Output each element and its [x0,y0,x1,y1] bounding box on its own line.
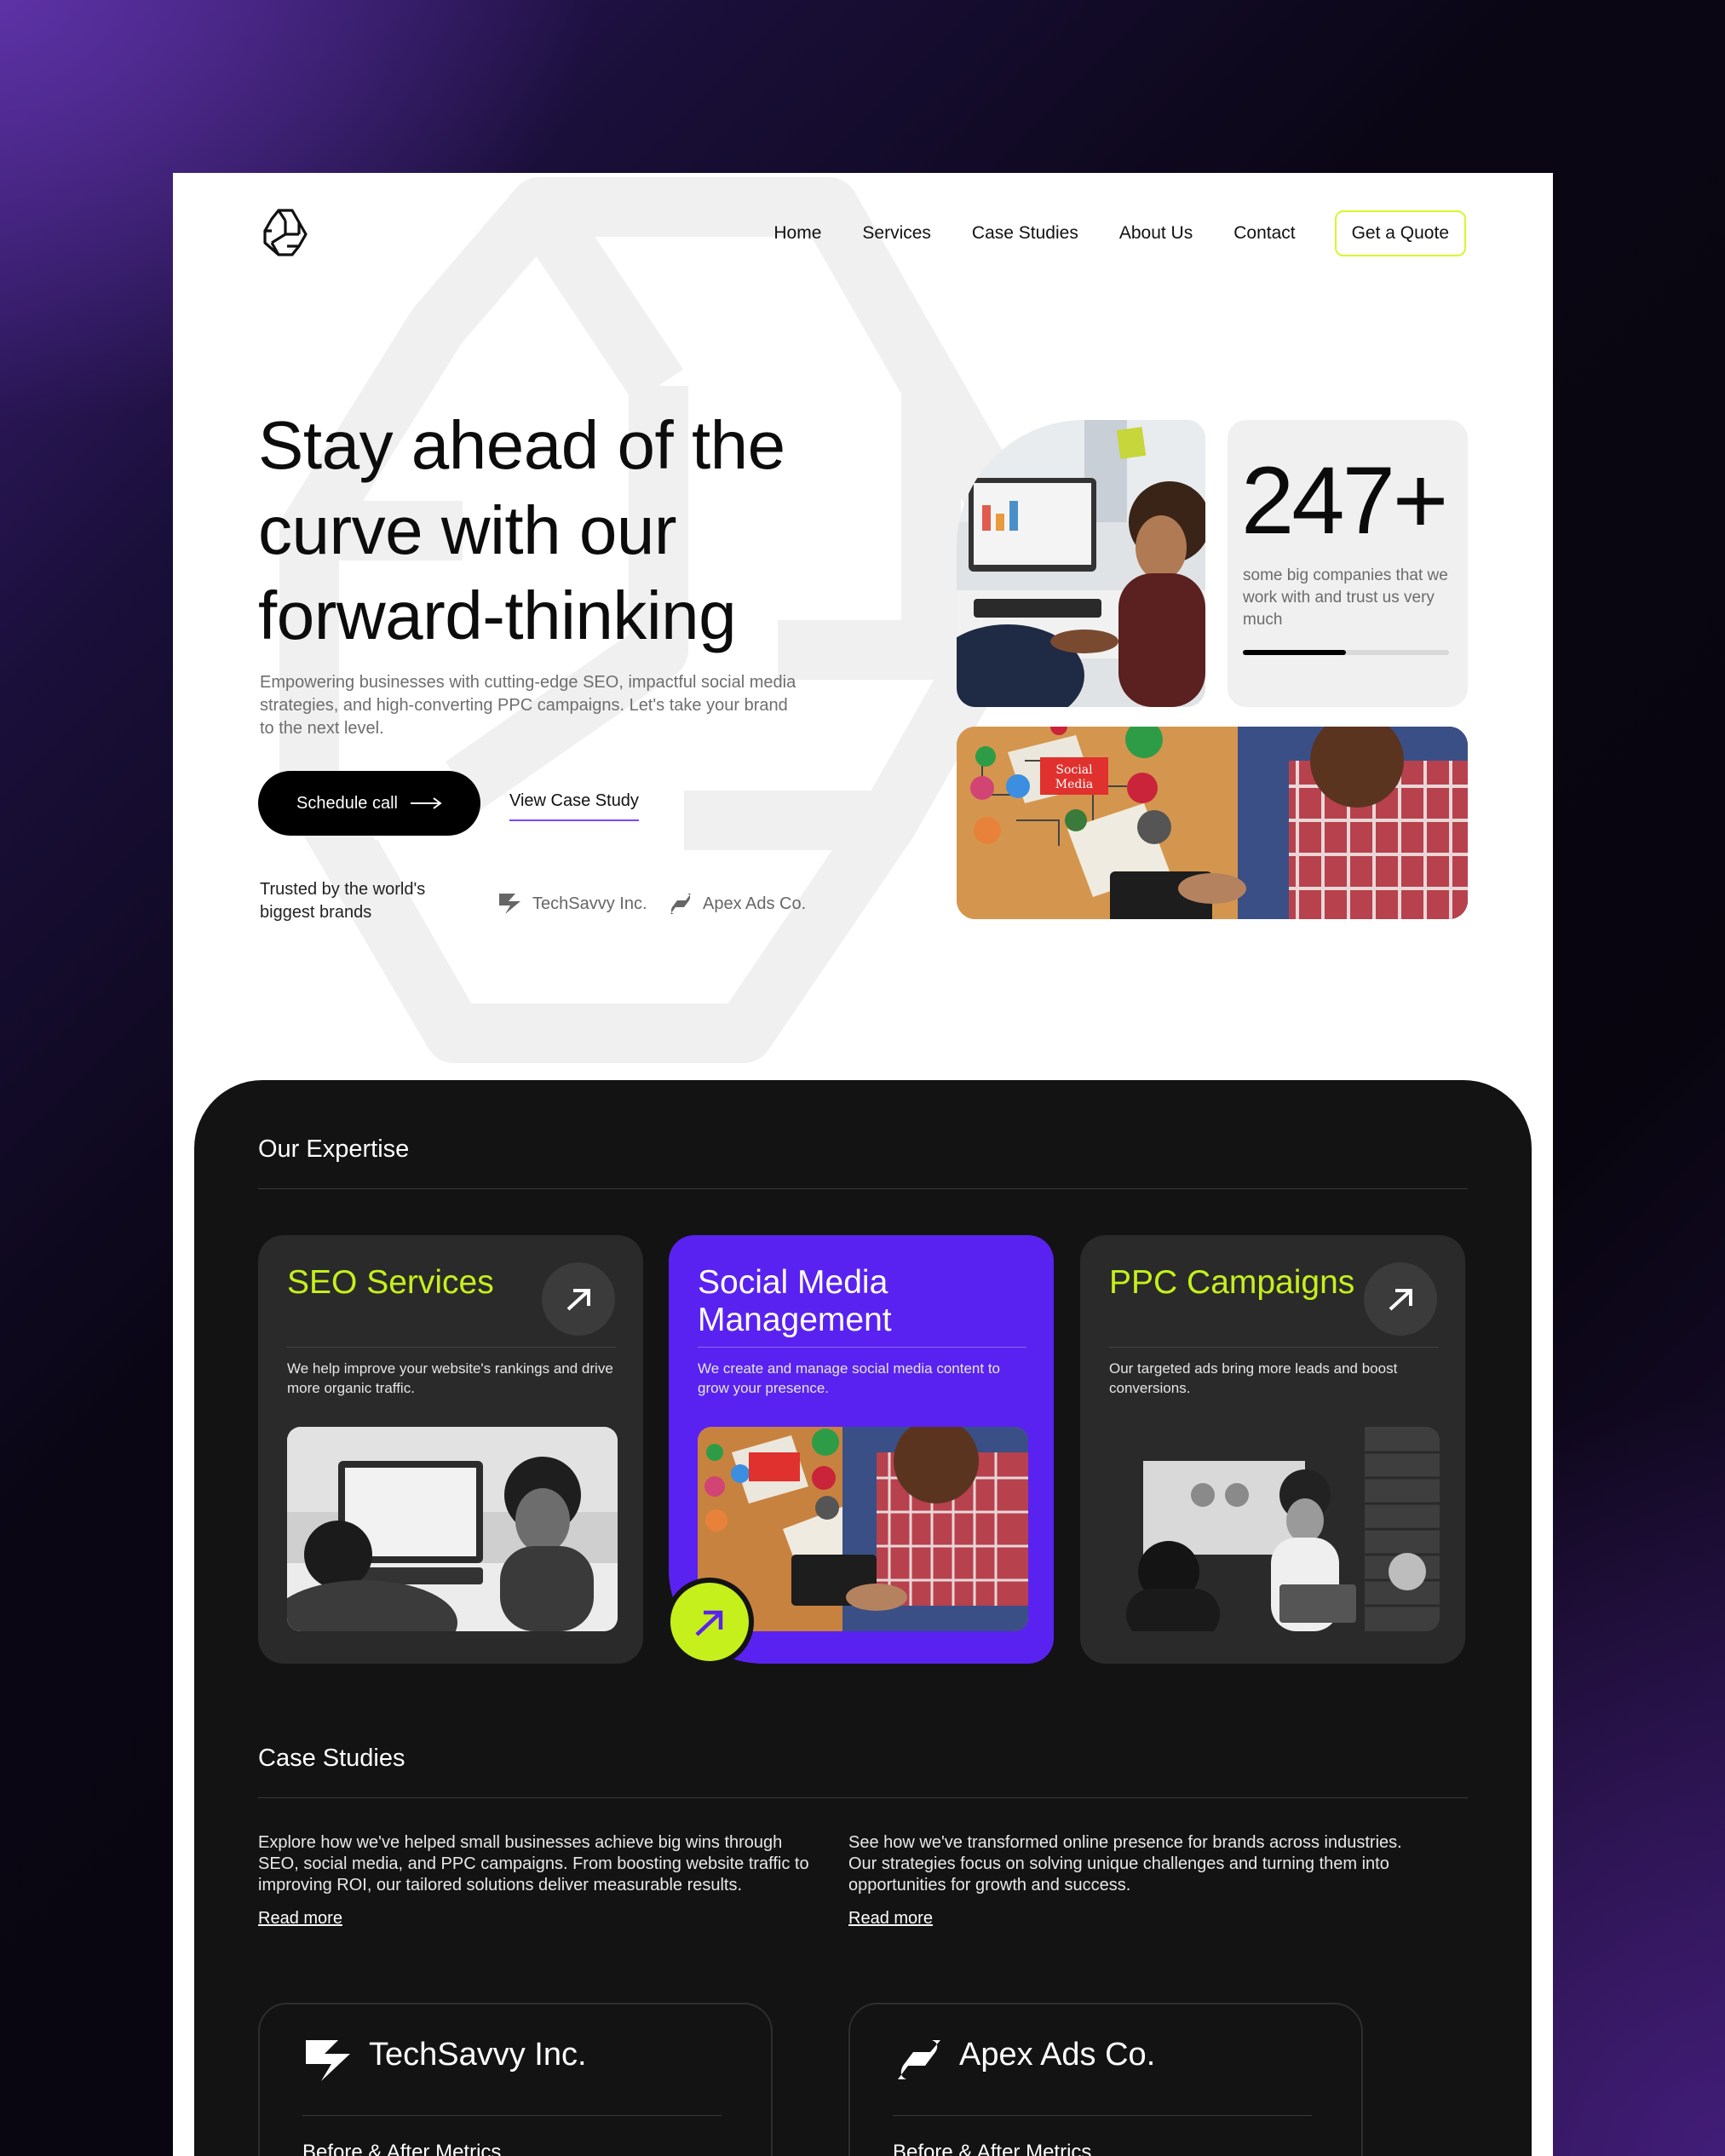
techsavvy-logo-icon [499,894,520,914]
view-case-study-link[interactable]: View Case Study [509,791,639,821]
apex-logo-icon [898,2040,940,2079]
brand-apex-name: Apex Ads Co. [703,894,807,913]
arrow-up-right-icon [1389,1289,1412,1311]
client-name-techsavvy: TechSavvy Inc. [369,2037,587,2073]
dark-section: Our Expertise SEO Services We help impro… [194,1080,1532,2156]
expertise-divider [258,1188,1468,1189]
brand-logo-icon[interactable] [258,205,313,260]
office-photo-illustration [957,420,1205,707]
expertise-heading: Our Expertise [258,1135,410,1163]
social-media-tag: Social [1055,763,1093,777]
social-divider [698,1347,1026,1348]
seo-arrow-button[interactable] [542,1262,615,1336]
social-photo-illustration: Social Media [957,727,1468,919]
apex-logo-icon [670,894,691,914]
case-study-text-1: Explore how we've helped small businesse… [258,1833,809,1894]
service-card-social[interactable]: Social Media Management We create and ma… [665,1235,1054,1666]
stat-description: some big companies that we work with and… [1243,566,1448,629]
schedule-call-label: Schedule call [296,793,398,813]
hero-office-photo [957,420,1205,707]
social-title: Social Media Management [698,1264,892,1338]
stat-card: 247+ some big companies that we work wit… [1228,420,1468,707]
svg-text:Media: Media [1055,778,1093,791]
nav-home[interactable]: Home [773,223,821,244]
top-nav: Home Services Case Studies About Us Cont… [173,173,1553,292]
stat-progress-fill [1243,650,1346,655]
client-card-techsavvy[interactable]: TechSavvy Inc. Before & After Metrics [258,2003,773,2156]
stat-number: 247+ [1241,447,1448,554]
ppc-arrow-button[interactable] [1364,1262,1437,1336]
service-card-seo[interactable]: SEO Services We help improve your websit… [258,1235,643,1664]
hero-social-photo: Social Media [957,727,1468,919]
case-studies-heading: Case Studies [258,1745,405,1772]
ppc-divider [1109,1347,1438,1348]
trusted-text: Trusted by the world's biggest brands [260,880,426,922]
schedule-call-button[interactable]: Schedule call [258,771,480,836]
techsavvy-logo-icon [306,2040,350,2081]
hero-title: Stay ahead of the curve with our forward… [258,407,785,653]
arrow-up-right-icon [695,1610,723,1636]
stat-progress-bar [1243,650,1449,655]
brand-techsavvy-name: TechSavvy Inc. [532,894,647,913]
ppc-photo [1109,1427,1440,1631]
seo-title: SEO Services [287,1264,494,1301]
arrow-right-icon [410,797,442,809]
ppc-title: PPC Campaigns [1109,1264,1355,1301]
landing-page: Home Services Case Studies About Us Cont… [173,173,1553,2156]
seo-divider [287,1347,616,1348]
ppc-photo-illustration [1109,1427,1440,1631]
nav-about-us[interactable]: About Us [1119,223,1193,244]
hero-subtitle: Empowering businesses with cutting-edge … [260,673,796,738]
service-card-ppc[interactable]: PPC Campaigns Our targeted ads bring mor… [1080,1235,1465,1664]
case-studies-divider [258,1797,1468,1798]
read-more-link-1[interactable]: Read more [258,1909,342,1929]
nav-case-studies[interactable]: Case Studies [972,223,1078,244]
brand-techsavvy: TechSavvy Inc. [497,890,647,917]
client-divider [302,2115,722,2116]
client-metrics-label: Before & After Metrics [893,2141,1092,2156]
ppc-description: Our targeted ads bring more leads and bo… [1109,1360,1398,1396]
nav-services[interactable]: Services [862,223,931,244]
arrow-up-right-icon [566,1289,590,1311]
seo-photo [287,1427,618,1631]
brand-apex: Apex Ads Co. [667,890,806,917]
main-menu: Home Services Case Studies About Us Cont… [733,210,1466,256]
seo-photo-illustration [287,1427,618,1631]
client-metrics-label: Before & After Metrics [302,2141,502,2156]
client-name-apex: Apex Ads Co. [959,2037,1156,2073]
client-card-apex[interactable]: Apex Ads Co. Before & After Metrics [848,2003,1363,2156]
social-description: We create and manage social media conten… [698,1360,1001,1396]
get-quote-button[interactable]: Get a Quote [1334,210,1466,256]
case-study-text-2: See how we've transformed online presenc… [848,1833,1402,1894]
social-arrow-button[interactable] [665,1578,754,1666]
read-more-link-2[interactable]: Read more [848,1909,933,1929]
client-divider [893,2115,1312,2116]
nav-contact[interactable]: Contact [1233,223,1295,244]
seo-description: We help improve your website's rankings … [287,1360,613,1396]
